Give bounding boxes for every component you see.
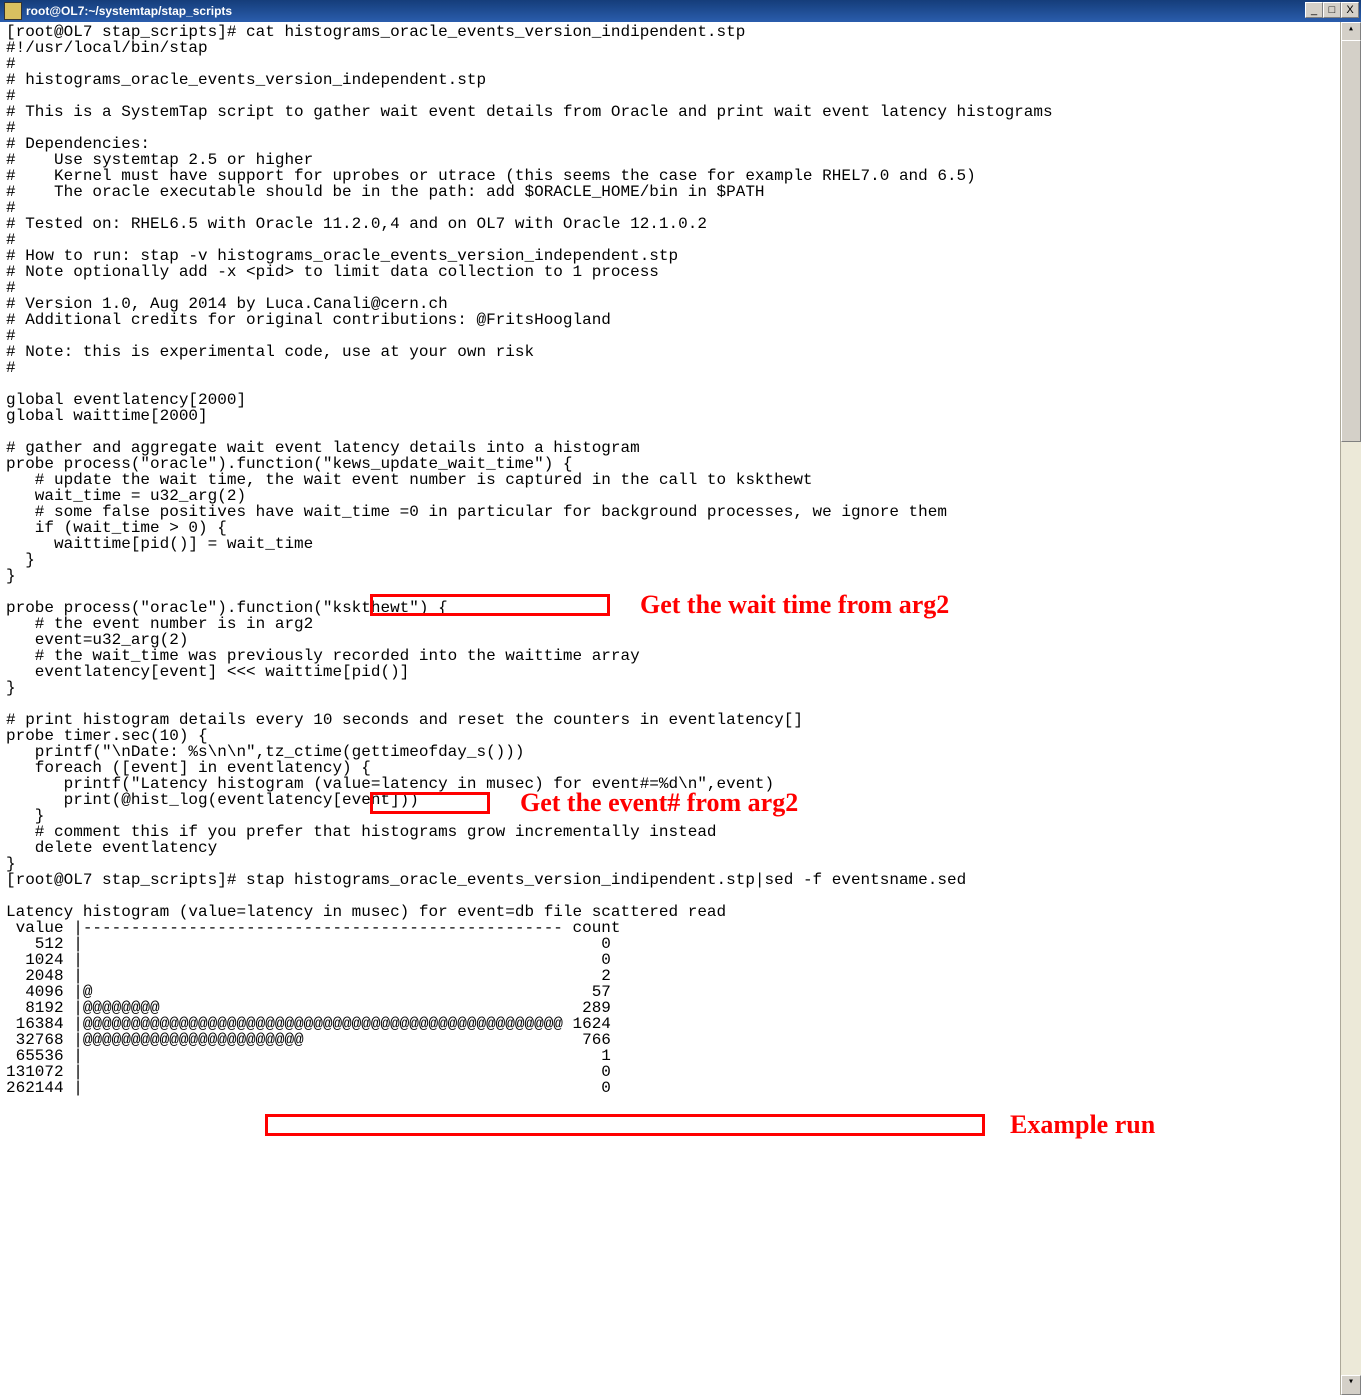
annotation-arg2-waittime: Get the wait time from arg2 <box>640 590 949 620</box>
script-line: # <box>6 359 16 377</box>
vertical-scrollbar[interactable]: ▴ ▾ <box>1340 22 1361 1395</box>
script-line: global waittime[2000] <box>6 407 208 425</box>
script-line: # Additional credits for original contri… <box>6 311 611 329</box>
window-buttons: _ □ X <box>1305 2 1359 18</box>
script-line: print(@hist_log(eventlatency[event])) <box>6 791 419 809</box>
shell-prompt: [root@OL7 stap_scripts]# <box>6 871 246 889</box>
scroll-down-button[interactable]: ▾ <box>1341 1375 1361 1395</box>
script-line: # histograms_oracle_events_version_indep… <box>6 71 486 89</box>
annotation-arg2-event: Get the event# from arg2 <box>520 788 798 818</box>
script-line: # Note optionally add -x <pid> to limit … <box>6 263 659 281</box>
cat-command: cat histograms_oracle_events_version_ind… <box>246 23 745 41</box>
annotation-example-run: Example run <box>1010 1110 1155 1140</box>
script-line: #!/usr/local/bin/stap <box>6 39 208 57</box>
script-line: delete eventlatency <box>6 839 217 857</box>
stap-command: stap histograms_oracle_events_version_in… <box>246 871 966 889</box>
script-line: } <box>6 567 16 585</box>
maximize-button[interactable]: □ <box>1323 2 1341 18</box>
script-line: } <box>6 679 16 697</box>
window-title: root@OL7:~/systemtap/stap_scripts <box>26 4 232 18</box>
script-line: # Tested on: RHEL6.5 with Oracle 11.2.0,… <box>6 215 707 233</box>
script-line: # Note: this is experimental code, use a… <box>6 343 534 361</box>
highlight-box-kskthewt <box>370 792 490 814</box>
script-line: waittime[pid()] = wait_time <box>6 535 313 553</box>
scroll-up-button[interactable]: ▴ <box>1341 22 1361 42</box>
terminal-container: [root@OL7 stap_scripts]# cat histograms_… <box>0 22 1361 1395</box>
highlight-box-kews <box>370 594 610 616</box>
scroll-thumb[interactable] <box>1341 40 1361 442</box>
highlight-box-stap-cmd <box>265 1114 985 1136</box>
script-line: # The oracle executable should be in the… <box>6 183 765 201</box>
terminal-output[interactable]: [root@OL7 stap_scripts]# cat histograms_… <box>0 22 1341 1395</box>
minimize-button[interactable]: _ <box>1305 2 1323 18</box>
putty-icon <box>4 2 22 20</box>
script-line: # This is a SystemTap script to gather w… <box>6 103 1053 121</box>
histogram-body: 512 | 0 1024 | 0 2048 | 2 4096 |@ <box>6 935 611 1097</box>
script-line: eventlatency[event] <<< waittime[pid()] <box>6 663 409 681</box>
close-button[interactable]: X <box>1341 2 1359 18</box>
window-titlebar[interactable]: root@OL7:~/systemtap/stap_scripts _ □ X <box>0 0 1361 22</box>
